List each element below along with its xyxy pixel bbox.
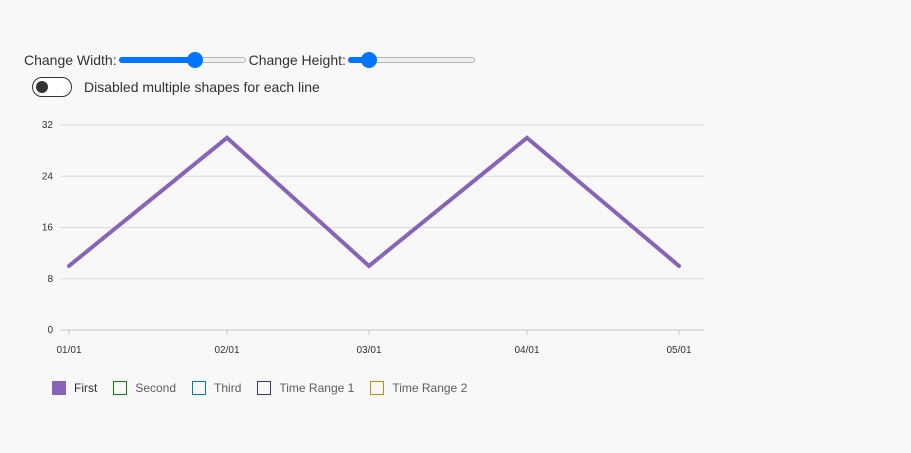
data-point — [677, 264, 681, 268]
legend-label: Time Range 1 — [279, 381, 355, 395]
legend-label: Second — [135, 381, 177, 395]
data-point — [525, 136, 529, 140]
data-point — [67, 264, 71, 268]
series-line-first — [67, 135, 681, 269]
data-point — [225, 136, 229, 140]
x-tick-label: 03/01 — [356, 345, 381, 356]
x-tick-label: 01/01 — [56, 345, 81, 356]
y-tick-label: 24 — [42, 171, 54, 182]
legend-label: First — [74, 381, 98, 395]
legend-item[interactable]: First — [52, 381, 97, 395]
legend-swatch — [257, 381, 272, 395]
legend-swatch — [52, 381, 66, 395]
legend-item[interactable]: Second — [113, 381, 176, 395]
x-tick-label: 04/01 — [514, 345, 539, 356]
legend-item[interactable]: Time Range 2 — [370, 381, 467, 395]
y-tick-label: 8 — [47, 274, 53, 285]
y-tick-label: 0 — [47, 325, 53, 336]
legend-swatch — [192, 381, 207, 395]
legend-item[interactable]: Time Range 1 — [257, 381, 354, 395]
y-tick-label: 16 — [42, 223, 54, 234]
x-tick-label: 02/01 — [214, 345, 239, 356]
legend-swatch — [113, 381, 128, 395]
y-tick-label: 32 — [42, 120, 54, 131]
legend-swatch — [370, 381, 385, 395]
chart-legend: First Second Third Time Range 1 Time Range 2 — [52, 381, 483, 395]
x-tick-label: 05/01 — [666, 345, 691, 356]
legend-label: Third — [214, 381, 242, 395]
legend-item[interactable]: Third — [192, 381, 241, 395]
data-point — [367, 264, 371, 268]
legend-label: Time Range 2 — [392, 381, 468, 395]
